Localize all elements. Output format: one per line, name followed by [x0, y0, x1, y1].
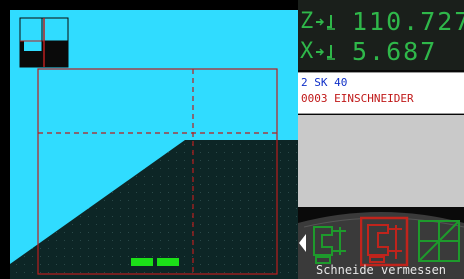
simulation-canvas — [10, 10, 298, 279]
overview-minimap — [19, 17, 69, 68]
z-axis-value: 110.727 — [352, 7, 464, 36]
reference-arrow-icon — [316, 45, 335, 60]
position-marker-left — [131, 258, 153, 266]
cutting-edge-measure-icon — [360, 216, 409, 267]
z-axis-label: Z — [300, 9, 314, 34]
info-area — [298, 115, 464, 207]
grid-tool-icon — [418, 220, 460, 262]
chevron-left-icon[interactable] — [299, 234, 307, 252]
reference-arrow-icon — [316, 15, 335, 30]
softkey-grid-tool[interactable] — [415, 213, 464, 269]
tool-measure-icon — [313, 226, 346, 264]
cnc-measurement-screen: Z 110.727 X 5.687 2 SK 40 0003 EINSCHNEI… — [0, 0, 464, 279]
x-axis-label: X — [300, 39, 314, 64]
x-axis-row: X 5.687 — [298, 37, 464, 67]
softkey-tool-measure[interactable] — [308, 213, 354, 269]
z-axis-row: Z 110.727 — [298, 7, 464, 37]
tool-info-box: 2 SK 40 0003 EINSCHNEIDER — [298, 72, 464, 114]
graphic-viewport — [0, 0, 298, 279]
softkey-caption: Schneide vermessen — [315, 263, 447, 277]
right-panel: Z 110.727 X 5.687 2 SK 40 0003 EINSCHNEI… — [298, 0, 464, 279]
position-display: Z 110.727 X 5.687 — [298, 0, 464, 70]
tool-number: 2 SK 40 — [301, 76, 348, 89]
position-marker-right — [157, 258, 179, 266]
tool-name: 0003 EINSCHNEIDER — [301, 92, 414, 105]
softkey-cutting-edge-measure[interactable] — [360, 213, 410, 269]
x-axis-value: 5.687 — [352, 37, 438, 66]
